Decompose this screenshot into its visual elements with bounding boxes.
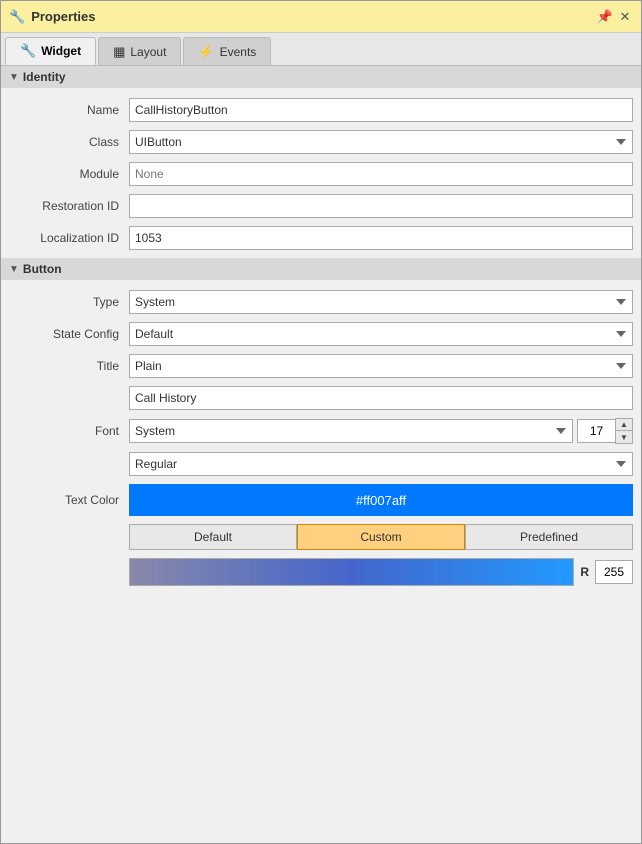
window-title: Properties [31, 9, 95, 24]
widget-tab-icon: 🔧 [20, 43, 36, 59]
tab-layout[interactable]: ▦ Layout [98, 37, 181, 65]
type-control: System Custom Detail Disclosure Info Lig… [129, 290, 633, 314]
gradient-row: R [1, 554, 641, 590]
type-row: Type System Custom Detail Disclosure Inf… [1, 286, 641, 318]
pin-button[interactable]: 📌 [597, 9, 613, 25]
style-row: Regular Bold Italic Bold Italic [1, 448, 641, 480]
title-text-control [129, 386, 633, 410]
font-size-down[interactable]: ▼ [616, 431, 632, 443]
identity-collapse-icon[interactable]: ▼ [9, 72, 19, 83]
properties-content: ▼ Identity Name Class UIButton [1, 66, 641, 843]
state-config-select[interactable]: Default Highlighted Disabled Selected [129, 322, 633, 346]
tab-bar: 🔧 Widget ▦ Layout ⚡ Events [1, 33, 641, 66]
class-label: Class [9, 135, 129, 149]
tab-layout-label: Layout [130, 45, 166, 59]
font-select-container: System System Bold System Italic Custom [129, 419, 573, 443]
events-tab-icon: ⚡ [198, 44, 214, 60]
title-bar: 🔧 Properties 📌 ✕ [1, 1, 641, 33]
tab-events-label: Events [220, 45, 257, 59]
r-value-input[interactable] [595, 560, 633, 584]
title-row: Title Plain Attributed [1, 350, 641, 382]
color-btn-default[interactable]: Default [129, 524, 297, 550]
font-size-up[interactable]: ▲ [616, 419, 632, 431]
module-control [129, 162, 633, 186]
identity-form: Name Class UIButton Module [1, 90, 641, 258]
type-label: Type [9, 295, 129, 309]
class-select[interactable]: UIButton [129, 130, 633, 154]
close-button[interactable]: ✕ [617, 9, 633, 25]
restoration-id-control [129, 194, 633, 218]
color-btn-custom[interactable]: Custom [297, 524, 465, 550]
state-config-label: State Config [9, 327, 129, 341]
type-select[interactable]: System Custom Detail Disclosure Info Lig… [129, 290, 633, 314]
text-color-hex: #ff007aff [356, 493, 406, 508]
button-section-header: ▼ Button [1, 258, 641, 280]
font-size-input[interactable] [577, 419, 615, 443]
class-control: UIButton [129, 130, 633, 154]
state-config-control: Default Highlighted Disabled Selected [129, 322, 633, 346]
button-collapse-icon[interactable]: ▼ [9, 264, 19, 275]
restoration-id-input[interactable] [129, 194, 633, 218]
layout-tab-icon: ▦ [113, 44, 125, 60]
font-size-spinner: ▲ ▼ [615, 418, 633, 444]
name-label: Name [9, 103, 129, 117]
properties-window: 🔧 Properties 📌 ✕ 🔧 Widget ▦ Layout ⚡ Eve… [0, 0, 642, 844]
restoration-id-row: Restoration ID [1, 190, 641, 222]
text-color-swatch[interactable]: #ff007aff [129, 484, 633, 516]
restoration-id-label: Restoration ID [9, 199, 129, 213]
title-text-row [1, 382, 641, 414]
name-input[interactable] [129, 98, 633, 122]
identity-section-label: Identity [23, 70, 66, 84]
localization-id-row: Localization ID [1, 222, 641, 254]
module-row: Module [1, 158, 641, 190]
font-size-wrap: ▲ ▼ [577, 418, 633, 444]
window-icon: 🔧 [9, 9, 25, 25]
name-row: Name [1, 94, 641, 126]
title-label: Title [9, 359, 129, 373]
font-select[interactable]: System System Bold System Italic Custom [129, 419, 573, 443]
name-control [129, 98, 633, 122]
font-label: Font [9, 424, 129, 438]
color-buttons-row: Default Custom Predefined [1, 520, 641, 554]
tab-widget[interactable]: 🔧 Widget [5, 37, 96, 65]
text-color-row: Text Color #ff007aff [1, 480, 641, 520]
title-bar-controls: 📌 ✕ [597, 9, 633, 25]
style-control: Regular Bold Italic Bold Italic [129, 452, 633, 476]
localization-id-input[interactable] [129, 226, 633, 250]
button-section-label: Button [23, 262, 62, 276]
text-color-label: Text Color [9, 493, 129, 507]
title-bar-left: 🔧 Properties [9, 9, 96, 25]
r-label: R [580, 565, 589, 579]
title-text-input[interactable] [129, 386, 633, 410]
localization-id-label: Localization ID [9, 231, 129, 245]
module-label: Module [9, 167, 129, 181]
font-row: Font System System Bold System Italic Cu… [1, 414, 641, 448]
localization-id-control [129, 226, 633, 250]
style-select[interactable]: Regular Bold Italic Bold Italic [129, 452, 633, 476]
tab-widget-label: Widget [41, 44, 81, 58]
identity-section-header: ▼ Identity [1, 66, 641, 88]
gradient-bar [129, 558, 574, 586]
font-select-wrap: System System Bold System Italic Custom … [129, 418, 633, 444]
title-select[interactable]: Plain Attributed [129, 354, 633, 378]
state-config-row: State Config Default Highlighted Disable… [1, 318, 641, 350]
title-control: Plain Attributed [129, 354, 633, 378]
module-input[interactable] [129, 162, 633, 186]
class-row: Class UIButton [1, 126, 641, 158]
button-form: Type System Custom Detail Disclosure Inf… [1, 282, 641, 594]
tab-events[interactable]: ⚡ Events [183, 37, 271, 65]
color-btn-predefined[interactable]: Predefined [465, 524, 633, 550]
